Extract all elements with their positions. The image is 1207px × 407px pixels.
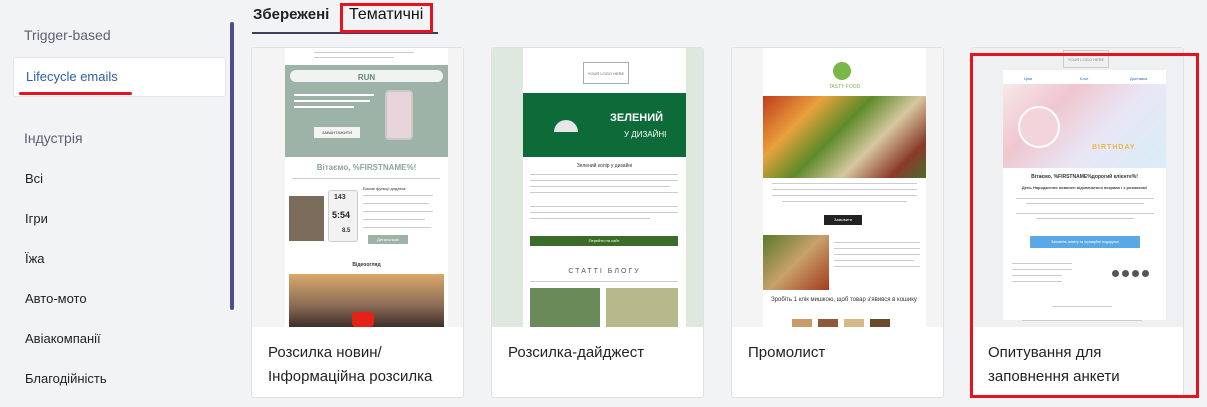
sidebar-item-lifecycle-emails[interactable]: Lifecycle emails bbox=[13, 57, 226, 97]
brand-logo: RUN bbox=[357, 73, 376, 82]
sidebar-item-label: Lifecycle emails bbox=[26, 69, 118, 84]
social-icon bbox=[1142, 270, 1149, 277]
active-underline bbox=[19, 92, 132, 95]
sidebar-item-food[interactable]: Їжа bbox=[25, 251, 45, 266]
template-card-survey[interactable]: YOUR LOGO HERE Ціни Блог Доставка BIRTHD… bbox=[971, 47, 1184, 398]
sidebar-item-charity[interactable]: Благодійність bbox=[25, 371, 107, 386]
sidebar-scrollbar[interactable] bbox=[230, 22, 234, 310]
logo-placeholder: YOUR LOGO HERE bbox=[1063, 50, 1109, 68]
visit-site-button: Перейти на сайт bbox=[530, 236, 678, 246]
stat-value: 143 bbox=[334, 194, 346, 201]
social-icon bbox=[1122, 270, 1129, 277]
more-button: Детальніше bbox=[368, 235, 408, 244]
template-card-title: Опитування для заповнення анкети bbox=[988, 344, 1120, 385]
greeting-heading: Вітаємо, %FIRSTNAME%дорогий клієнте%! bbox=[1031, 174, 1138, 180]
article-title: Зелений колір у дизайні bbox=[576, 163, 633, 169]
nav-prices: Ціни bbox=[1024, 76, 1033, 81]
play-icon bbox=[352, 312, 374, 327]
logo-placeholder: YOUR LOGO HERE bbox=[583, 62, 629, 84]
template-card-digest[interactable]: YOUR LOGO HERE ЗЕЛЕНИЙ У ДИЗАЙНІ Зелений… bbox=[491, 47, 704, 398]
features-heading: Базові функції додатка: bbox=[363, 186, 407, 191]
order-button: Замовити bbox=[824, 215, 862, 225]
blog-heading: СТАТТІ БЛОГУ bbox=[568, 268, 641, 275]
template-card-title: Розсилка-дайджест bbox=[508, 344, 645, 361]
survey-button: Заповніть анкету та отримуйте подарунок bbox=[1030, 236, 1140, 248]
sidebar-group-industry: Індустрія bbox=[24, 130, 83, 146]
birthday-text: BIRTHDAY bbox=[1092, 144, 1136, 151]
template-card-title: Промолист bbox=[748, 344, 826, 361]
app-root: Trigger-based Lifecycle emails Індустрія… bbox=[0, 0, 1207, 407]
template-card-newsletter[interactable]: RUN ЗАВАНТАЖИТИ Вітаємо, %FIRSTNAME%! 14… bbox=[251, 47, 464, 398]
tab-thematic[interactable]: Тематичні bbox=[349, 6, 423, 24]
sidebar-item-games[interactable]: Ігри bbox=[25, 211, 48, 226]
greeting-heading: Вітаємо, %FIRSTNAME%! bbox=[316, 163, 417, 172]
template-thumbnail: YOUR LOGO HERE ЗЕЛЕНИЙ У ДИЗАЙНІ Зелений… bbox=[492, 48, 703, 327]
template-thumbnail: YOUR LOGO HERE Ціни Блог Доставка BIRTHD… bbox=[972, 48, 1183, 327]
cake-icon bbox=[1018, 106, 1060, 148]
download-button: ЗАВАНТАЖИТИ bbox=[314, 127, 360, 138]
sidebar-item-auto-moto[interactable]: Авто-мото bbox=[25, 291, 87, 306]
brand-name: TASTY FOOD bbox=[828, 84, 861, 90]
sidebar-item-all[interactable]: Всі bbox=[25, 171, 43, 186]
banner-title: ЗЕЛЕНИЙ bbox=[610, 112, 664, 124]
template-thumbnail: RUN ЗАВАНТАЖИТИ Вітаємо, %FIRSTNAME%! 14… bbox=[252, 48, 463, 327]
template-card-promo[interactable]: TASTY FOOD Замовити Зробіть 1 клік мишко… bbox=[731, 47, 944, 398]
tab-saved[interactable]: Збережені bbox=[253, 6, 329, 23]
greeting-subheading: День Народження повинен відзначатися яск… bbox=[1021, 185, 1148, 190]
template-card-title: Розсилка новин/ Інформаційна розсилка bbox=[268, 344, 433, 385]
social-icon bbox=[1112, 270, 1119, 277]
promo-tagline: Зробіть 1 клік мишкою, щоб товар з'явивс… bbox=[771, 297, 917, 303]
stat-value: 5:54 bbox=[332, 210, 351, 220]
food-logo-icon bbox=[833, 62, 851, 80]
social-icon bbox=[1132, 270, 1139, 277]
sidebar-item-trigger-based[interactable]: Trigger-based bbox=[24, 27, 111, 43]
banner-subtitle: У ДИЗАЙНІ bbox=[624, 130, 667, 139]
template-thumbnail: TASTY FOOD Замовити Зробіть 1 клік мишко… bbox=[732, 48, 943, 327]
sidebar: Trigger-based Lifecycle emails Індустрія… bbox=[0, 0, 236, 407]
nav-blog: Блог bbox=[1080, 76, 1089, 81]
nav-delivery: Доставка bbox=[1130, 76, 1148, 81]
sidebar-item-airlines[interactable]: Авіакомпанії bbox=[25, 331, 101, 346]
video-section-title: Відеоогляд bbox=[352, 262, 381, 268]
stat-value: 8.5 bbox=[342, 228, 351, 234]
